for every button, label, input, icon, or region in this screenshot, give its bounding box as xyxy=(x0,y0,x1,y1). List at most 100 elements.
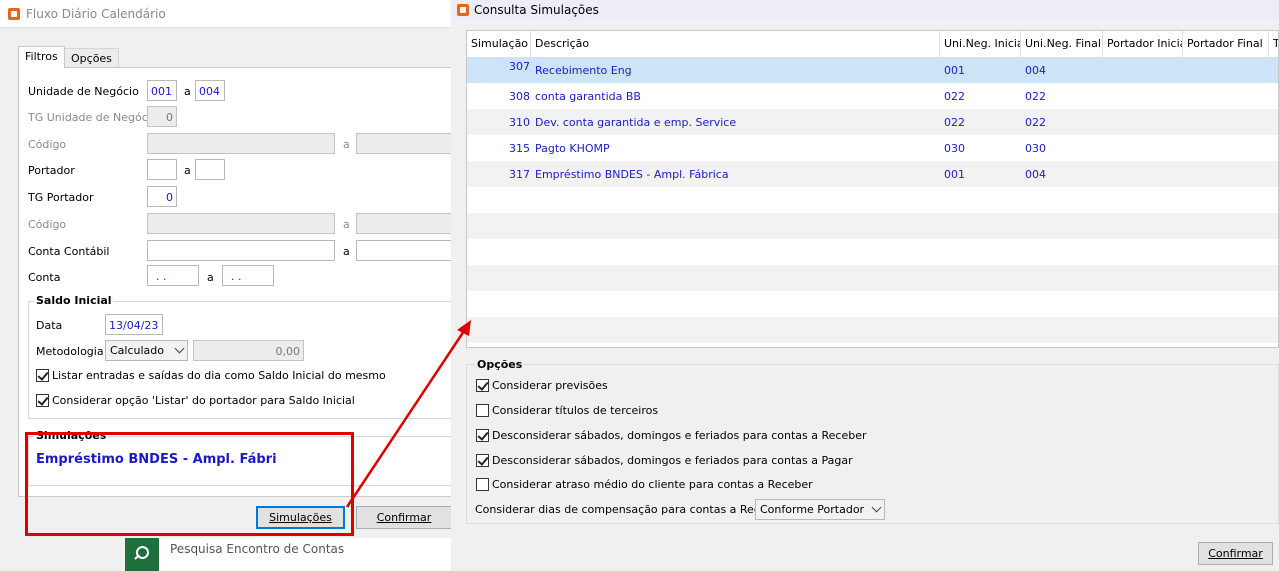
empty-row xyxy=(467,265,1278,291)
range-separator: a xyxy=(343,245,350,258)
cell-descricao: Empréstimo BNDES - Ampl. Fábrica xyxy=(535,168,729,181)
table-row[interactable]: 315 Pagto KHOMP 030 030 xyxy=(467,135,1278,161)
portador-from-input[interactable] xyxy=(147,159,177,180)
cell-uni-final: 022 xyxy=(1025,90,1046,103)
column-header[interactable]: T xyxy=(1269,31,1278,57)
confirmar-consulta-label: Confirmar xyxy=(1208,547,1263,560)
confirmar-button-label: Confirmar xyxy=(376,511,432,524)
saldo-amount-input: 0,00 xyxy=(193,340,304,361)
app-icon xyxy=(457,4,469,16)
cell-descricao: conta garantida BB xyxy=(535,90,641,103)
listar-entradas-label: Listar entradas e saídas do dia como Sal… xyxy=(52,369,386,382)
taskbar-item-label: Pesquisa Encontro de Contas xyxy=(170,542,345,556)
dias-compensacao-value: Conforme Portador xyxy=(760,503,865,516)
conta-from-input[interactable]: . . xyxy=(147,265,199,286)
column-header[interactable]: Portador Inicial xyxy=(1103,31,1183,57)
unidade-to-input[interactable]: 004 xyxy=(195,80,225,101)
cell-descricao: Pagto KHOMP xyxy=(535,142,610,155)
range-separator: a xyxy=(184,85,191,98)
table-row[interactable]: 307 Recebimento Eng 001 004 xyxy=(467,57,1278,83)
highlight-box xyxy=(25,432,354,536)
cell-uni-inicial: 030 xyxy=(944,142,965,155)
column-header[interactable]: Simulação xyxy=(467,31,531,57)
listar-entradas-checkbox[interactable]: Listar entradas e saídas do dia como Sal… xyxy=(36,369,386,382)
cell-simulacao: 317 xyxy=(509,168,530,181)
portador-label: Portador xyxy=(28,164,75,177)
tab-opcoes[interactable]: Opções xyxy=(64,48,119,68)
cell-uni-inicial: 022 xyxy=(944,116,965,129)
column-header[interactable]: Descrição xyxy=(531,31,940,57)
desconsiderar-receber-checkbox[interactable]: Desconsiderar sábados, domingos e feriad… xyxy=(476,429,866,442)
tg-portador-input[interactable]: 0 xyxy=(147,186,177,207)
right-window-title: Consulta Simulações xyxy=(474,3,599,17)
range-separator: a xyxy=(343,138,350,151)
checkbox-label: Considerar previsões xyxy=(492,379,608,392)
table-row[interactable]: 310 Dev. conta garantida e emp. Service … xyxy=(467,109,1278,135)
metodologia-select[interactable]: Calculado xyxy=(105,340,188,361)
cell-descricao: Recebimento Eng xyxy=(535,64,632,77)
range-separator: a xyxy=(343,218,350,231)
empty-row xyxy=(467,213,1278,239)
codigo-label: Código xyxy=(28,138,67,151)
range-separator: a xyxy=(207,271,214,284)
metodologia-value: Calculado xyxy=(110,344,165,357)
cell-simulacao: 308 xyxy=(509,90,530,103)
confirmar-button[interactable]: Confirmar xyxy=(356,506,452,529)
cell-uni-final: 004 xyxy=(1025,64,1046,77)
data-input[interactable]: 13/04/23 xyxy=(105,314,163,335)
conta-contabil-from-input[interactable] xyxy=(147,240,335,261)
conta-contabil-label: Conta Contábil xyxy=(28,245,110,258)
checkbox-checked-icon xyxy=(36,369,49,382)
cell-simulacao: 307 xyxy=(509,60,530,73)
empty-row xyxy=(467,187,1278,213)
table-row[interactable]: 308 conta garantida BB 022 022 xyxy=(467,83,1278,109)
considerar-previsoes-checkbox[interactable]: Considerar previsões xyxy=(476,379,608,392)
dias-compensacao-label: Considerar dias de compensação para cont… xyxy=(475,503,785,516)
portador-to-input[interactable] xyxy=(195,159,225,180)
column-header[interactable]: Uni.Neg. Inicial xyxy=(940,31,1021,57)
conta-to-input[interactable]: . . xyxy=(222,265,274,286)
chevron-down-icon xyxy=(871,502,882,513)
confirmar-consulta-button[interactable]: Confirmar xyxy=(1198,542,1273,565)
taskbar-item[interactable]: Pesquisa Encontro de Contas xyxy=(125,538,452,571)
saldo-inicial-title: Saldo Inicial xyxy=(34,294,114,307)
cell-uni-inicial: 022 xyxy=(944,90,965,103)
codigo2-label: Código xyxy=(28,218,67,231)
considerar-listar-checkbox[interactable]: Considerar opção 'Listar' do portador pa… xyxy=(36,394,355,407)
conta-contabil-to-input[interactable] xyxy=(356,240,452,261)
cell-descricao: Dev. conta garantida e emp. Service xyxy=(535,116,737,129)
considerar-atraso-checkbox[interactable]: Considerar atraso médio do cliente para … xyxy=(476,478,813,491)
cell-uni-final: 030 xyxy=(1025,142,1046,155)
data-label: Data xyxy=(36,319,63,332)
tg-unidade-label: TG Unidade de Negócio xyxy=(28,111,158,124)
range-separator: a xyxy=(184,164,191,177)
table-row[interactable]: 317 Empréstimo BNDES - Ampl. Fábrica 001… xyxy=(467,161,1278,187)
checkbox-unchecked-icon xyxy=(476,404,489,417)
tab-filtros[interactable]: Filtros xyxy=(18,46,65,68)
codigo-from-input xyxy=(147,133,335,154)
desconsiderar-pagar-checkbox[interactable]: Desconsiderar sábados, domingos e feriad… xyxy=(476,454,853,467)
left-titlebar: Fluxo Diário Calendário xyxy=(0,0,451,28)
chevron-down-icon xyxy=(174,343,185,354)
unidade-label: Unidade de Negócio xyxy=(28,85,139,98)
checkbox-checked-icon xyxy=(36,394,49,407)
considerar-titulos-checkbox[interactable]: Considerar títulos de terceiros xyxy=(476,404,658,417)
column-header[interactable]: Portador Final xyxy=(1183,31,1269,57)
codigo2-from-input xyxy=(147,213,335,234)
tg-portador-label: TG Portador xyxy=(28,191,94,204)
cell-simulacao: 315 xyxy=(509,142,530,155)
unidade-from-input[interactable]: 001 xyxy=(147,80,177,101)
checkbox-label: Considerar atraso médio do cliente para … xyxy=(492,478,813,491)
empty-row xyxy=(467,239,1278,265)
cell-simulacao: 310 xyxy=(509,116,530,129)
opcoes-title: Opções xyxy=(475,358,525,371)
column-header[interactable]: Uni.Neg. Final xyxy=(1021,31,1103,57)
checkbox-label: Considerar títulos de terceiros xyxy=(492,404,659,417)
dias-compensacao-select[interactable]: Conforme Portador xyxy=(755,499,885,520)
codigo-to-input xyxy=(356,133,452,154)
tg-unidade-input: 0 xyxy=(147,106,177,127)
considerar-listar-label: Considerar opção 'Listar' do portador pa… xyxy=(52,394,355,407)
conta-label: Conta xyxy=(28,271,61,284)
cell-uni-inicial: 001 xyxy=(944,64,965,77)
simulacoes-grid: Simulação Descrição Uni.Neg. Inicial Uni… xyxy=(466,30,1279,348)
